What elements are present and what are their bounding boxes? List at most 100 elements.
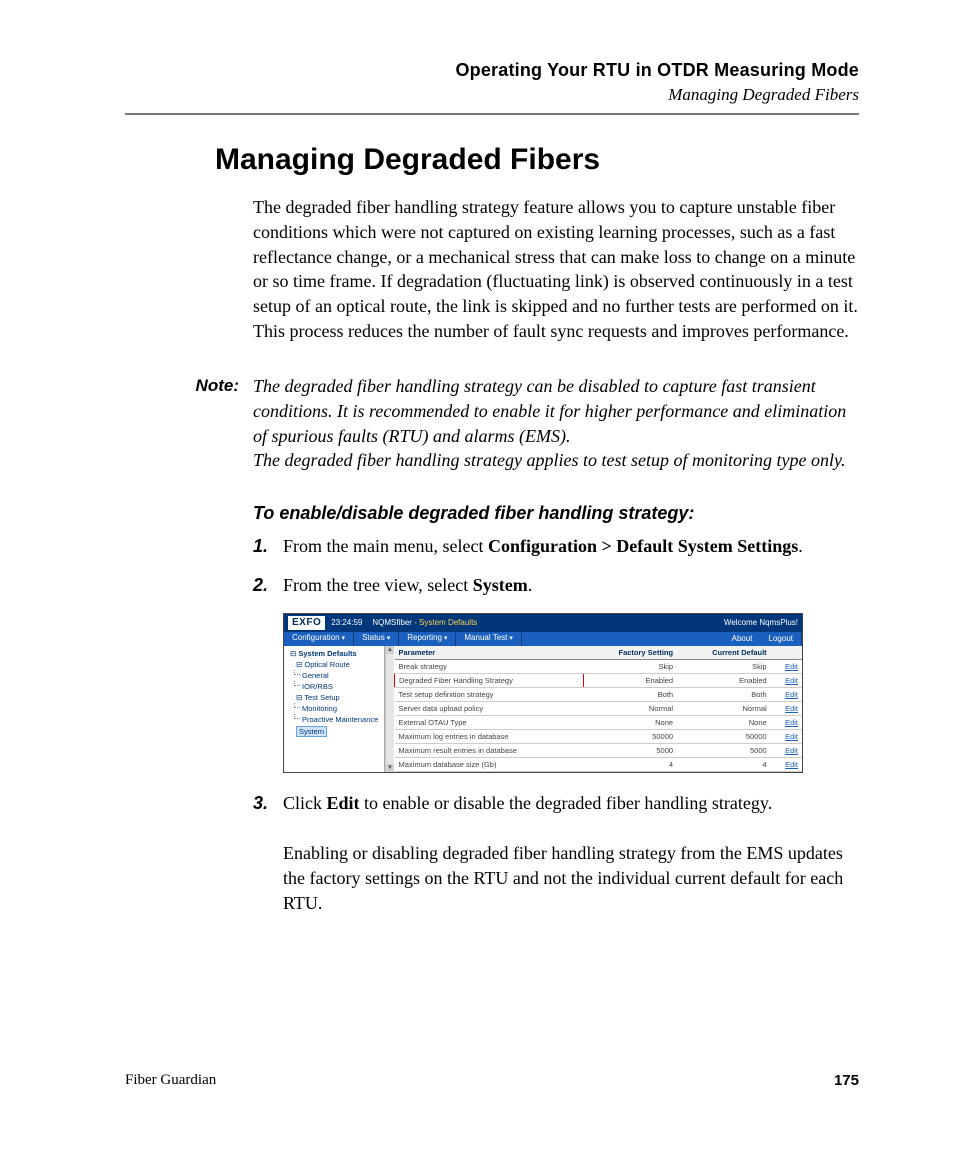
procedure-list: 1. From the main menu, select Configurat… [253,534,859,598]
app-topbar: EXFO 23:24:59 NQMSfiber - System Default… [284,614,802,632]
table-row: Test setup definition strategy Both Both… [395,687,803,701]
tree-view[interactable]: ⊟ System Defaults ⊟ Optical Route Genera… [284,646,385,772]
cell-current: 50000 [677,729,771,743]
col-parameter: Parameter [395,646,584,660]
table-row: External OTAU Type None None Edit [395,715,803,729]
table-header-row: Parameter Factory Setting Current Defaul… [395,646,803,660]
table-row-highlighted: Degraded Fiber Handling Strategy Enabled… [395,673,803,687]
edit-link[interactable]: Edit [771,743,802,757]
edit-link[interactable]: Edit [771,715,802,729]
logo: EXFO [288,616,325,630]
settings-table: Parameter Factory Setting Current Defaul… [394,646,802,772]
cell-param: Maximum database size (Gb) [395,757,584,771]
cell-factory: Skip [583,659,677,673]
cell-current: Enabled [677,673,771,687]
table-row: Maximum log entries in database 50000 50… [395,729,803,743]
tree-scrollbar[interactable]: ▲ ▼ [385,646,394,772]
cell-param: Server data upload policy [395,701,584,715]
tree-proactive[interactable]: Proactive Maintenance [284,714,384,725]
table-row: Server data upload policy Normal Normal … [395,701,803,715]
tree-monitoring[interactable]: Monitoring [284,703,384,714]
edit-link[interactable]: Edit [771,729,802,743]
cell-factory: Both [583,687,677,701]
page-title: Managing Degraded Fibers [215,143,859,177]
tree-test-setup[interactable]: ⊟ Test Setup [284,692,384,703]
edit-link[interactable]: Edit [771,757,802,771]
step-text: Click [283,793,327,813]
col-factory: Factory Setting [583,646,677,660]
edit-link[interactable]: Edit [771,659,802,673]
menu-configuration[interactable]: Configuration [284,632,354,646]
col-current: Current Default [677,646,771,660]
step-number: 3. [253,791,283,917]
running-header: Operating Your RTU in OTDR Measuring Mod… [125,60,859,105]
cell-current: Both [677,687,771,701]
cell-factory: 50000 [583,729,677,743]
step-2: 2. From the tree view, select System. [253,573,859,598]
step-post: . [528,575,533,595]
tree-root[interactable]: ⊟ System Defaults [284,648,384,659]
cell-param: Maximum result entries in database [395,743,584,757]
edit-link[interactable]: Edit [771,687,802,701]
step-bold: System [473,575,528,595]
edit-link[interactable]: Edit [771,701,802,715]
step-bold: Configuration > Default System Settings [488,536,798,556]
step-number: 2. [253,573,283,598]
cell-factory: 5000 [583,743,677,757]
table-row: Maximum result entries in database 5000 … [395,743,803,757]
step-bold: Edit [327,793,360,813]
note-label: Note: [125,374,253,473]
menu-status[interactable]: Status [354,632,399,646]
menu-about[interactable]: About [724,632,761,646]
edit-link[interactable]: Edit [771,673,802,687]
step-followup: Enabling or disabling degraded fiber han… [283,843,843,913]
note-line-1: The degraded fiber handling strategy can… [253,376,846,446]
scroll-up-icon[interactable]: ▲ [386,646,394,654]
header-rule [125,113,859,115]
tree-optical-route[interactable]: ⊟ Optical Route [284,659,384,670]
table-row: Maximum database size (Gb) 4 4 Edit [395,757,803,771]
section-title: Managing Degraded Fibers [125,85,859,105]
scroll-down-icon[interactable]: ▼ [386,764,394,772]
step-1: 1. From the main menu, select Configurat… [253,534,859,559]
step-post: . [798,536,803,556]
chapter-title: Operating Your RTU in OTDR Measuring Mod… [125,60,859,81]
note-line-2: The degraded fiber handling strategy app… [253,450,845,470]
note-block: Note: The degraded fiber handling strate… [125,374,859,473]
menu-logout[interactable]: Logout [761,632,802,646]
cell-current: 5000 [677,743,771,757]
tree-ior-rbs[interactable]: IOR/RBS [284,681,384,692]
menu-manual-test[interactable]: Manual Test [456,632,521,646]
step-post: to enable or disable the degraded fiber … [360,793,773,813]
welcome-text: Welcome NqmsPlus! [724,618,798,628]
embedded-screenshot: EXFO 23:24:59 NQMSfiber - System Default… [283,613,803,773]
step-text: From the tree view, select [283,575,473,595]
table-row: Break strategy Skip Skip Edit [395,659,803,673]
cell-factory: 4 [583,757,677,771]
cell-param: External OTAU Type [395,715,584,729]
menubar-spacer [522,632,724,646]
note-body: The degraded fiber handling strategy can… [253,374,859,473]
cell-param: Maximum log entries in database [395,729,584,743]
step-3: 3. Click Edit to enable or disable the d… [253,791,859,917]
step-number: 1. [253,534,283,559]
page-number: 175 [834,1072,859,1089]
cell-param: Break strategy [395,659,584,673]
cell-factory: Normal [583,701,677,715]
procedure-heading: To enable/disable degraded fiber handlin… [253,503,859,524]
menu-reporting[interactable]: Reporting [399,632,456,646]
col-edit [771,646,802,660]
cell-param: Degraded Fiber Handling Strategy [395,673,584,687]
tree-general[interactable]: General [284,670,384,681]
cell-current: Skip [677,659,771,673]
page-footer: Fiber Guardian 175 [125,1072,859,1089]
cell-factory: Enabled [583,673,677,687]
cell-current: None [677,715,771,729]
product-name: Fiber Guardian [125,1072,216,1089]
cell-current: 4 [677,757,771,771]
cell-current: Normal [677,701,771,715]
cell-param: Test setup definition strategy [395,687,584,701]
tree-system[interactable]: System [284,725,384,738]
procedure-list-continued: 3. Click Edit to enable or disable the d… [253,791,859,917]
cell-factory: None [583,715,677,729]
